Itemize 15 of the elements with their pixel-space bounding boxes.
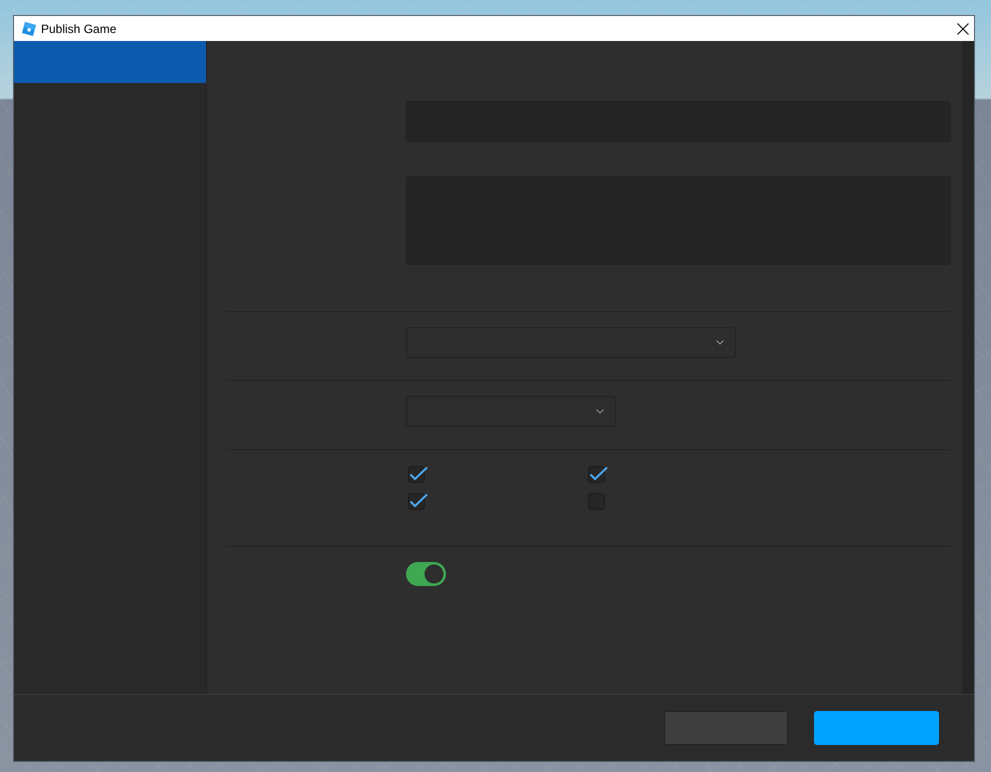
checkbox[interactable] [408, 466, 428, 483]
close-icon[interactable] [957, 22, 969, 34]
window-title: Publish Game [41, 22, 118, 36]
dropdown[interactable] [406, 327, 736, 358]
chevron-down-icon [596, 409, 604, 414]
secondary-button[interactable] [664, 711, 788, 745]
logo-icon [22, 22, 36, 36]
dropdown[interactable] [406, 396, 616, 427]
toggle-switch[interactable] [406, 562, 446, 586]
sidebar-item[interactable] [14, 41, 206, 83]
chevron-down-icon [716, 340, 724, 345]
scrollbar[interactable] [962, 41, 974, 694]
checkbox[interactable] [408, 493, 428, 510]
checkbox[interactable] [588, 466, 608, 483]
primary-button[interactable] [814, 711, 939, 745]
